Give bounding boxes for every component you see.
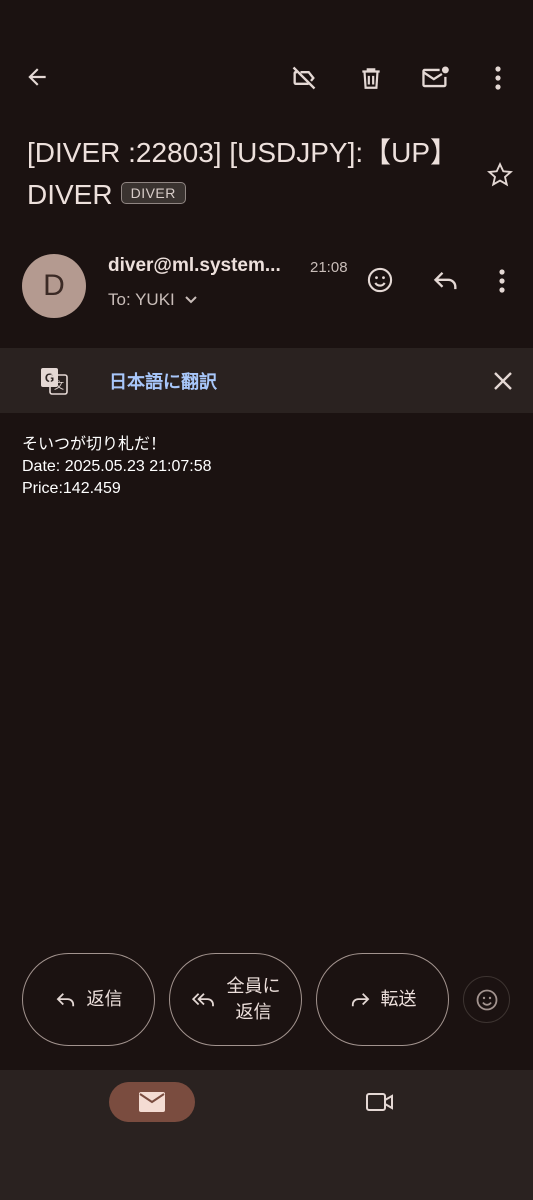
reply-all-label: 全員に 返信 [227,974,281,1026]
reply-all-label-line2: 返信 [235,1001,272,1023]
sender-avatar[interactable]: D [22,254,86,318]
reply-label: 返信 [86,988,123,1010]
email-body: そいつが切り札だ！ Date: 2025.05.23 21:07:58 Pric… [22,434,212,500]
reply-icon [55,991,77,1009]
email-subject: [DIVER :22803] [USDJPY]:【UP】DIVER DIVER [27,132,477,216]
emoji-icon [475,988,499,1012]
nav-mail-tab[interactable] [109,1082,195,1122]
videocam-icon[interactable] [364,1086,396,1118]
emoji-react-icon[interactable] [364,264,396,296]
reply-button[interactable]: 返信 [22,953,155,1046]
subject-text: [DIVER :22803] [USDJPY]:【UP】DIVER [27,137,459,210]
recipient-text: To: YUKI [108,290,175,309]
label-chip[interactable]: DIVER [120,181,186,204]
reply-icon[interactable] [430,266,462,296]
trash-icon[interactable] [355,62,387,94]
body-line: Price:142.459 [22,480,121,497]
bottom-navigation [0,1070,533,1200]
close-icon[interactable] [488,366,518,396]
mark-unread-icon[interactable] [418,62,452,94]
translate-icon: G 文 [38,365,70,397]
translate-banner [0,348,533,413]
svg-text:文: 文 [54,379,64,392]
emoji-reaction-button[interactable] [463,976,510,1023]
back-arrow-icon[interactable] [22,62,52,92]
sender-address[interactable]: diver@ml.system... [108,255,300,277]
star-icon[interactable] [485,160,515,190]
body-line: そいつが切り札だ！ [22,436,167,453]
forward-label: 転送 [380,988,417,1010]
reply-all-icon [191,991,217,1009]
more-vert-icon[interactable] [484,62,512,94]
recipient-details-toggle[interactable]: To: YUKI [108,290,198,310]
body-line: Date: 2025.05.23 21:07:58 [22,458,212,475]
translate-link[interactable]: 日本語に翻訳 [109,368,217,394]
reply-all-label-line1: 全員に [226,975,281,997]
reply-all-button[interactable]: 全員に 返信 [169,953,302,1046]
forward-button[interactable]: 転送 [316,953,449,1046]
chevron-down-icon [184,295,198,305]
forward-icon [349,991,371,1009]
mail-icon [138,1091,166,1113]
sender-more-icon[interactable] [490,266,514,296]
label-off-icon[interactable] [288,62,320,94]
email-time: 21:08 [310,259,348,276]
